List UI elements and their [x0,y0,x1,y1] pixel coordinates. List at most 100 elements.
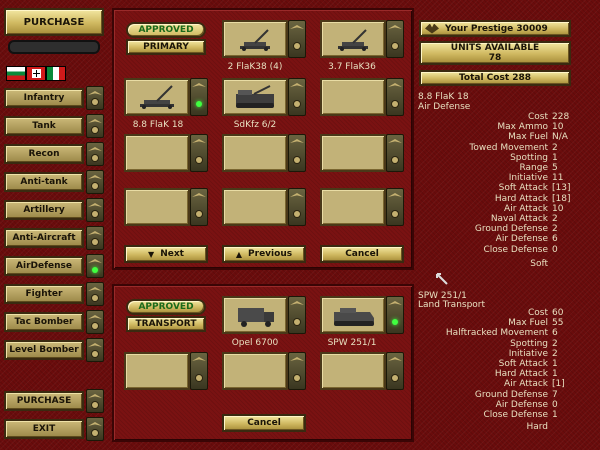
eagle-icon [86,198,104,222]
stat-value: 228 [552,112,570,122]
unit-slot-flak36[interactable] [320,20,386,58]
stat-value: [13] [552,183,571,194]
germany-flag[interactable] [26,66,46,81]
slot-eagle-icon [288,20,306,58]
bottom-purchase-button[interactable]: PURCHASE [4,391,84,411]
eagle-icon [86,142,104,166]
category-label: Level Bomber [9,345,79,355]
halftrack-icon [334,308,374,326]
previous-button[interactable]: ▲ Previous [222,245,306,263]
truck-icon [238,308,274,327]
empty-slot[interactable] [320,134,386,172]
purchase-title-button[interactable]: PURCHASE [4,8,104,36]
stat-label: Close Defense [483,410,548,420]
aa-gun-icon [338,29,368,51]
next-button[interactable]: ▼ Next [124,245,208,263]
stat-label: Cost [527,112,548,122]
category-label: Artillery [23,205,65,215]
unit-name: SPW 251/1 [327,338,377,348]
eagle-icon [86,282,104,306]
category-button-tac-bomber[interactable]: Tac Bomber [4,312,84,332]
primary-label: PRIMARY [143,42,189,52]
stat-row: Close Defense 1 [418,410,570,420]
stat-row: Air Defense 6 [418,234,570,244]
empty-slot[interactable] [222,134,288,172]
category-button-anti-tank[interactable]: Anti-tank [4,172,84,192]
unit-slot-spw[interactable] [320,296,386,334]
cross-icon [31,69,41,78]
empty-slot[interactable] [124,134,190,172]
empty-slot[interactable] [320,78,386,116]
stat-label: Air Defense [495,234,548,245]
approved-badge: APPROVED [126,299,206,315]
eagle-icon [86,226,104,250]
empty-slot[interactable] [222,188,288,226]
stat-label: Spotting [510,152,548,163]
empty-slot[interactable] [124,352,190,390]
stat-value: 1 [552,152,558,163]
exit-eagle-icon [86,417,104,441]
stat-label: Close Defense [483,244,548,255]
category-button-tank[interactable]: Tank [4,116,84,136]
unit-name: SdKfz 6/2 [233,120,277,130]
transport-cancel-button[interactable]: Cancel [222,414,306,432]
stat-value: 2 [552,348,558,359]
eagle-emblem-icon [425,23,439,34]
exit-button[interactable]: EXIT [4,419,84,439]
transport-label: TRANSPORT [135,319,197,329]
transport-button[interactable]: TRANSPORT [126,316,206,332]
stat-value: 1 [552,369,558,380]
unit-slot-sdkfz[interactable] [222,78,288,116]
stat-value: 2 [552,224,558,235]
slot-eagle-icon [190,352,208,390]
stat-value: 1 [552,410,558,420]
unit-target-type: Soft [530,259,548,269]
stat-row: Spotting 1 [418,153,570,163]
slot-eagle-icon [190,134,208,172]
aa-gun-icon [140,85,174,109]
category-button-recon[interactable]: Recon [4,144,84,164]
stat-row: Max Fuel 55 [418,318,570,328]
stat-row: Soft Attack 1 [418,359,570,369]
cancel-button[interactable]: Cancel [320,245,404,263]
slot-eagle-icon [386,20,404,58]
up-arrow-icon: ▲ [235,249,243,259]
slot-eagle-icon [386,78,404,116]
unit-slot-flak18[interactable] [124,78,190,116]
category-button-artillery[interactable]: Artillery [4,200,84,220]
stat-value: 60 [552,308,564,318]
stat-label: Hard Attack [494,369,548,380]
category-button-fighter[interactable]: Fighter [4,284,84,304]
stat-row: Cost 228 [418,112,570,122]
primary-button[interactable]: PRIMARY [126,39,206,55]
category-button-level-bomber[interactable]: Level Bomber [4,340,84,360]
active-eagle-icon [86,254,104,278]
bulgaria-flag[interactable] [6,66,26,81]
status-bar [8,40,100,54]
empty-slot[interactable] [320,352,386,390]
stat-value: 10 [552,122,564,133]
slot-eagle-icon [386,134,404,172]
stat-label: Air Attack [504,379,548,390]
empty-slot[interactable] [124,188,190,226]
slot-eagle-icon [288,134,306,172]
category-button-infantry[interactable]: Infantry [4,88,84,108]
stat-label: Soft Attack [498,359,548,369]
category-button-airdefense[interactable]: AirDefense [4,256,84,276]
stat-value: 6 [552,328,558,339]
empty-slot[interactable] [222,352,288,390]
unit-name: Opel 6700 [231,338,279,348]
prestige-value: Your Prestige 30009 [445,23,548,34]
unit-slot-flak38[interactable] [222,20,288,58]
italy-flag[interactable] [46,66,66,81]
stat-row: Initiative 11 [418,173,570,183]
category-button-anti-aircraft[interactable]: Anti-Aircraft [4,228,84,248]
down-arrow-icon: ▼ [148,249,155,259]
stat-value: 10 [552,203,564,214]
empty-slot[interactable] [320,188,386,226]
stat-value: 7 [552,389,558,400]
eagle-icon [86,86,104,110]
units-available-value: 78 [488,53,502,63]
stat-row: Cost 60 [418,308,570,318]
unit-slot-opel[interactable] [222,296,288,334]
